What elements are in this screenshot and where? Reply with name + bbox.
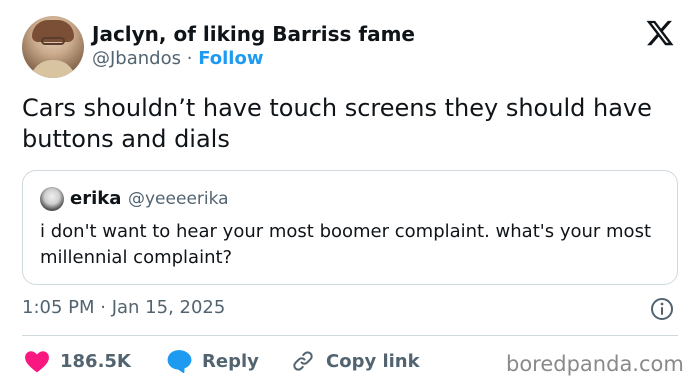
author-display-name[interactable]: Jaclyn, of liking Barriss fame (92, 22, 415, 46)
like-count: 186.5K (60, 350, 131, 372)
tweet-timestamp[interactable]: 1:05 PM · Jan 15, 2025 (22, 297, 225, 318)
author-handle-line: @Jbandos · Follow (92, 48, 263, 69)
copy-link-button[interactable]: Copy link (290, 347, 420, 375)
like-button[interactable]: 186.5K (24, 347, 131, 375)
reply-button[interactable]: Reply (166, 347, 259, 375)
copy-link-label: Copy link (326, 350, 420, 372)
quoted-handle: @yeeeerika (128, 189, 229, 209)
quoted-avatar (40, 187, 64, 211)
source-watermark: boredpanda.com (506, 352, 684, 376)
author-handle[interactable]: @Jbandos (92, 48, 181, 69)
avatar-glasses (41, 37, 65, 45)
quoted-text: i don't want to hear your most boomer co… (40, 221, 651, 268)
link-icon (293, 351, 313, 371)
quoted-name: erika (70, 188, 122, 209)
actions-divider (22, 335, 678, 336)
avatar-body (30, 60, 76, 78)
reply-label: Reply (202, 350, 259, 372)
heart-icon (25, 351, 49, 373)
info-icon[interactable] (650, 297, 674, 321)
reply-bubble-icon (167, 350, 192, 373)
author-avatar[interactable] (22, 16, 84, 78)
follow-button[interactable]: Follow (198, 48, 263, 69)
handle-separator: · (186, 48, 193, 69)
x-logo-icon[interactable] (644, 18, 676, 48)
tweet-text: Cars shouldn’t have touch screens they s… (22, 94, 652, 153)
